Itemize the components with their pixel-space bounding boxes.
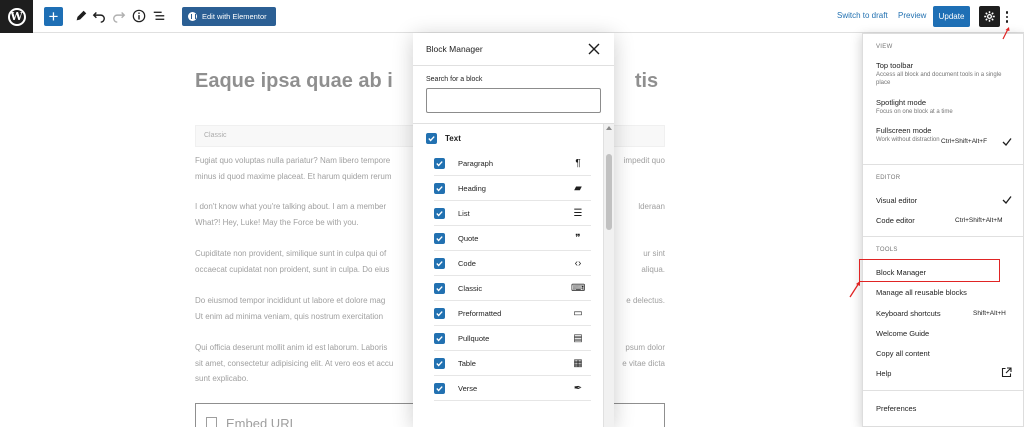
block-label: Heading	[458, 183, 486, 193]
keyboard-icon: ⌨	[571, 282, 586, 294]
block-label: Quote	[458, 233, 479, 243]
block-list: Text Paragraph ¶ Heading ▰ List ☰ Quote ❞ Code ‹›…	[413, 123, 614, 427]
copy-all-content-option[interactable]: Copy all content	[876, 349, 1016, 358]
fullscreen-shortcut: Ctrl+Shift+Alt+F	[941, 138, 988, 145]
highlight-box	[859, 259, 1000, 282]
block-checkbox[interactable]	[434, 257, 445, 269]
switch-to-draft-link[interactable]: Switch to draft	[837, 11, 888, 20]
block-row-heading[interactable]: Heading ▰	[434, 176, 591, 201]
block-label: List	[458, 208, 470, 218]
fullscreen-mode-option[interactable]: Fullscreen mode Work without distraction	[876, 126, 946, 144]
list-view-icon[interactable]	[151, 8, 167, 24]
manage-reusable-blocks-option[interactable]: Manage all reusable blocks	[876, 288, 1016, 297]
category-label: Text	[445, 134, 461, 143]
block-checkbox[interactable]	[434, 157, 445, 169]
block-label: Pullquote	[458, 333, 490, 343]
preview-link[interactable]: Preview	[898, 11, 926, 20]
block-row-preformatted[interactable]: Preformatted ▭	[434, 301, 591, 326]
block-search-input[interactable]	[426, 88, 601, 113]
update-button[interactable]: Update	[933, 6, 970, 27]
check-icon	[1002, 196, 1012, 204]
pullquote-icon: ▤	[573, 332, 583, 344]
block-checkbox[interactable]	[434, 307, 445, 319]
block-row-pullquote[interactable]: Pullquote ▤	[434, 326, 591, 351]
options-menu: VIEW Top toolbar Access all block and do…	[862, 33, 1024, 427]
block-row-classic[interactable]: Classic ⌨	[434, 276, 591, 301]
block-label: Verse	[458, 383, 478, 393]
red-arrow-icon	[849, 281, 860, 298]
block-manager-modal: Block Manager Search for a block Text Pa…	[413, 33, 614, 427]
modal-title: Block Manager	[426, 44, 483, 54]
pencil-icon[interactable]	[73, 8, 89, 24]
block-label: Preformatted	[458, 308, 502, 318]
quote-icon: ❞	[575, 232, 581, 244]
help-option[interactable]: Help	[876, 369, 1016, 378]
block-checkbox[interactable]	[434, 282, 445, 294]
block-row-code[interactable]: Code ‹›	[434, 251, 591, 276]
editor-section-label: EDITOR	[876, 175, 901, 181]
block-label: Table	[458, 358, 476, 368]
block-row-verse[interactable]: Verse ✒	[434, 376, 591, 401]
preferences-option[interactable]: Preferences	[876, 404, 1016, 413]
paragraph-icon: ¶	[575, 157, 581, 169]
welcome-guide-option[interactable]: Welcome Guide	[876, 329, 1016, 338]
editor-header: W + Edit with Elementor Switch to draft …	[0, 0, 1024, 33]
block-row-quote[interactable]: Quote ❞	[434, 226, 591, 251]
block-checkbox[interactable]	[434, 382, 445, 394]
check-icon	[1002, 138, 1012, 146]
list-icon: ☰	[573, 207, 583, 219]
keyboard-shortcuts-option[interactable]: Keyboard shortcuts	[876, 309, 956, 318]
view-section-label: VIEW	[876, 44, 893, 50]
category-checkbox[interactable]	[426, 133, 437, 144]
keyboard-shortcuts-shortcut: Shift+Alt+H	[973, 310, 1006, 317]
more-options-icon[interactable]	[1002, 8, 1012, 26]
code-icon: ‹›	[574, 257, 582, 269]
block-row-paragraph[interactable]: Paragraph ¶	[434, 151, 591, 176]
red-arrow-icon	[1002, 27, 1010, 40]
table-icon: ▦	[573, 357, 583, 369]
visual-editor-option[interactable]: Visual editor	[876, 196, 1016, 205]
scroll-up-arrow-icon[interactable]	[606, 126, 612, 130]
elementor-icon	[188, 12, 197, 21]
top-toolbar-option[interactable]: Top toolbar Access all block and documen…	[876, 61, 1016, 87]
edit-with-elementor-button[interactable]: Edit with Elementor	[182, 7, 276, 26]
wordpress-logo-icon[interactable]: W	[0, 0, 33, 33]
feather-icon: ✒	[573, 382, 583, 394]
block-label: Code	[458, 258, 476, 268]
bookmark-icon: ▰	[574, 182, 582, 194]
block-checkbox[interactable]	[434, 207, 445, 219]
settings-gear-icon[interactable]	[979, 6, 1000, 27]
close-icon[interactable]	[588, 43, 600, 55]
info-icon[interactable]	[131, 8, 147, 24]
category-text[interactable]: Text	[426, 133, 461, 144]
tools-section-label: TOOLS	[876, 247, 898, 253]
scrollbar[interactable]	[603, 124, 614, 427]
add-block-button[interactable]: +	[44, 7, 63, 26]
block-checkbox[interactable]	[434, 182, 445, 194]
block-checkbox[interactable]	[434, 332, 445, 344]
block-label: Classic	[458, 283, 483, 293]
search-label: Search for a block	[426, 76, 483, 83]
block-label: Paragraph	[458, 158, 494, 168]
block-checkbox[interactable]	[434, 357, 445, 369]
block-row-list[interactable]: List ☰	[434, 201, 591, 226]
undo-icon[interactable]	[91, 8, 107, 24]
code-editor-shortcut: Ctrl+Shift+Alt+M	[955, 217, 1003, 224]
code-editor-option[interactable]: Code editor	[876, 216, 946, 225]
redo-icon[interactable]	[111, 8, 127, 24]
spotlight-mode-option[interactable]: Spotlight mode Focus on one block at a t…	[876, 98, 1016, 116]
elementor-button-label: Edit with Elementor	[202, 12, 267, 21]
block-row-table[interactable]: Table ▦	[434, 351, 591, 376]
scrollbar-thumb[interactable]	[606, 154, 612, 230]
preformatted-icon: ▭	[573, 307, 583, 319]
block-checkbox[interactable]	[434, 232, 445, 244]
modal-header: Block Manager	[413, 33, 614, 66]
external-link-icon	[1001, 367, 1012, 378]
